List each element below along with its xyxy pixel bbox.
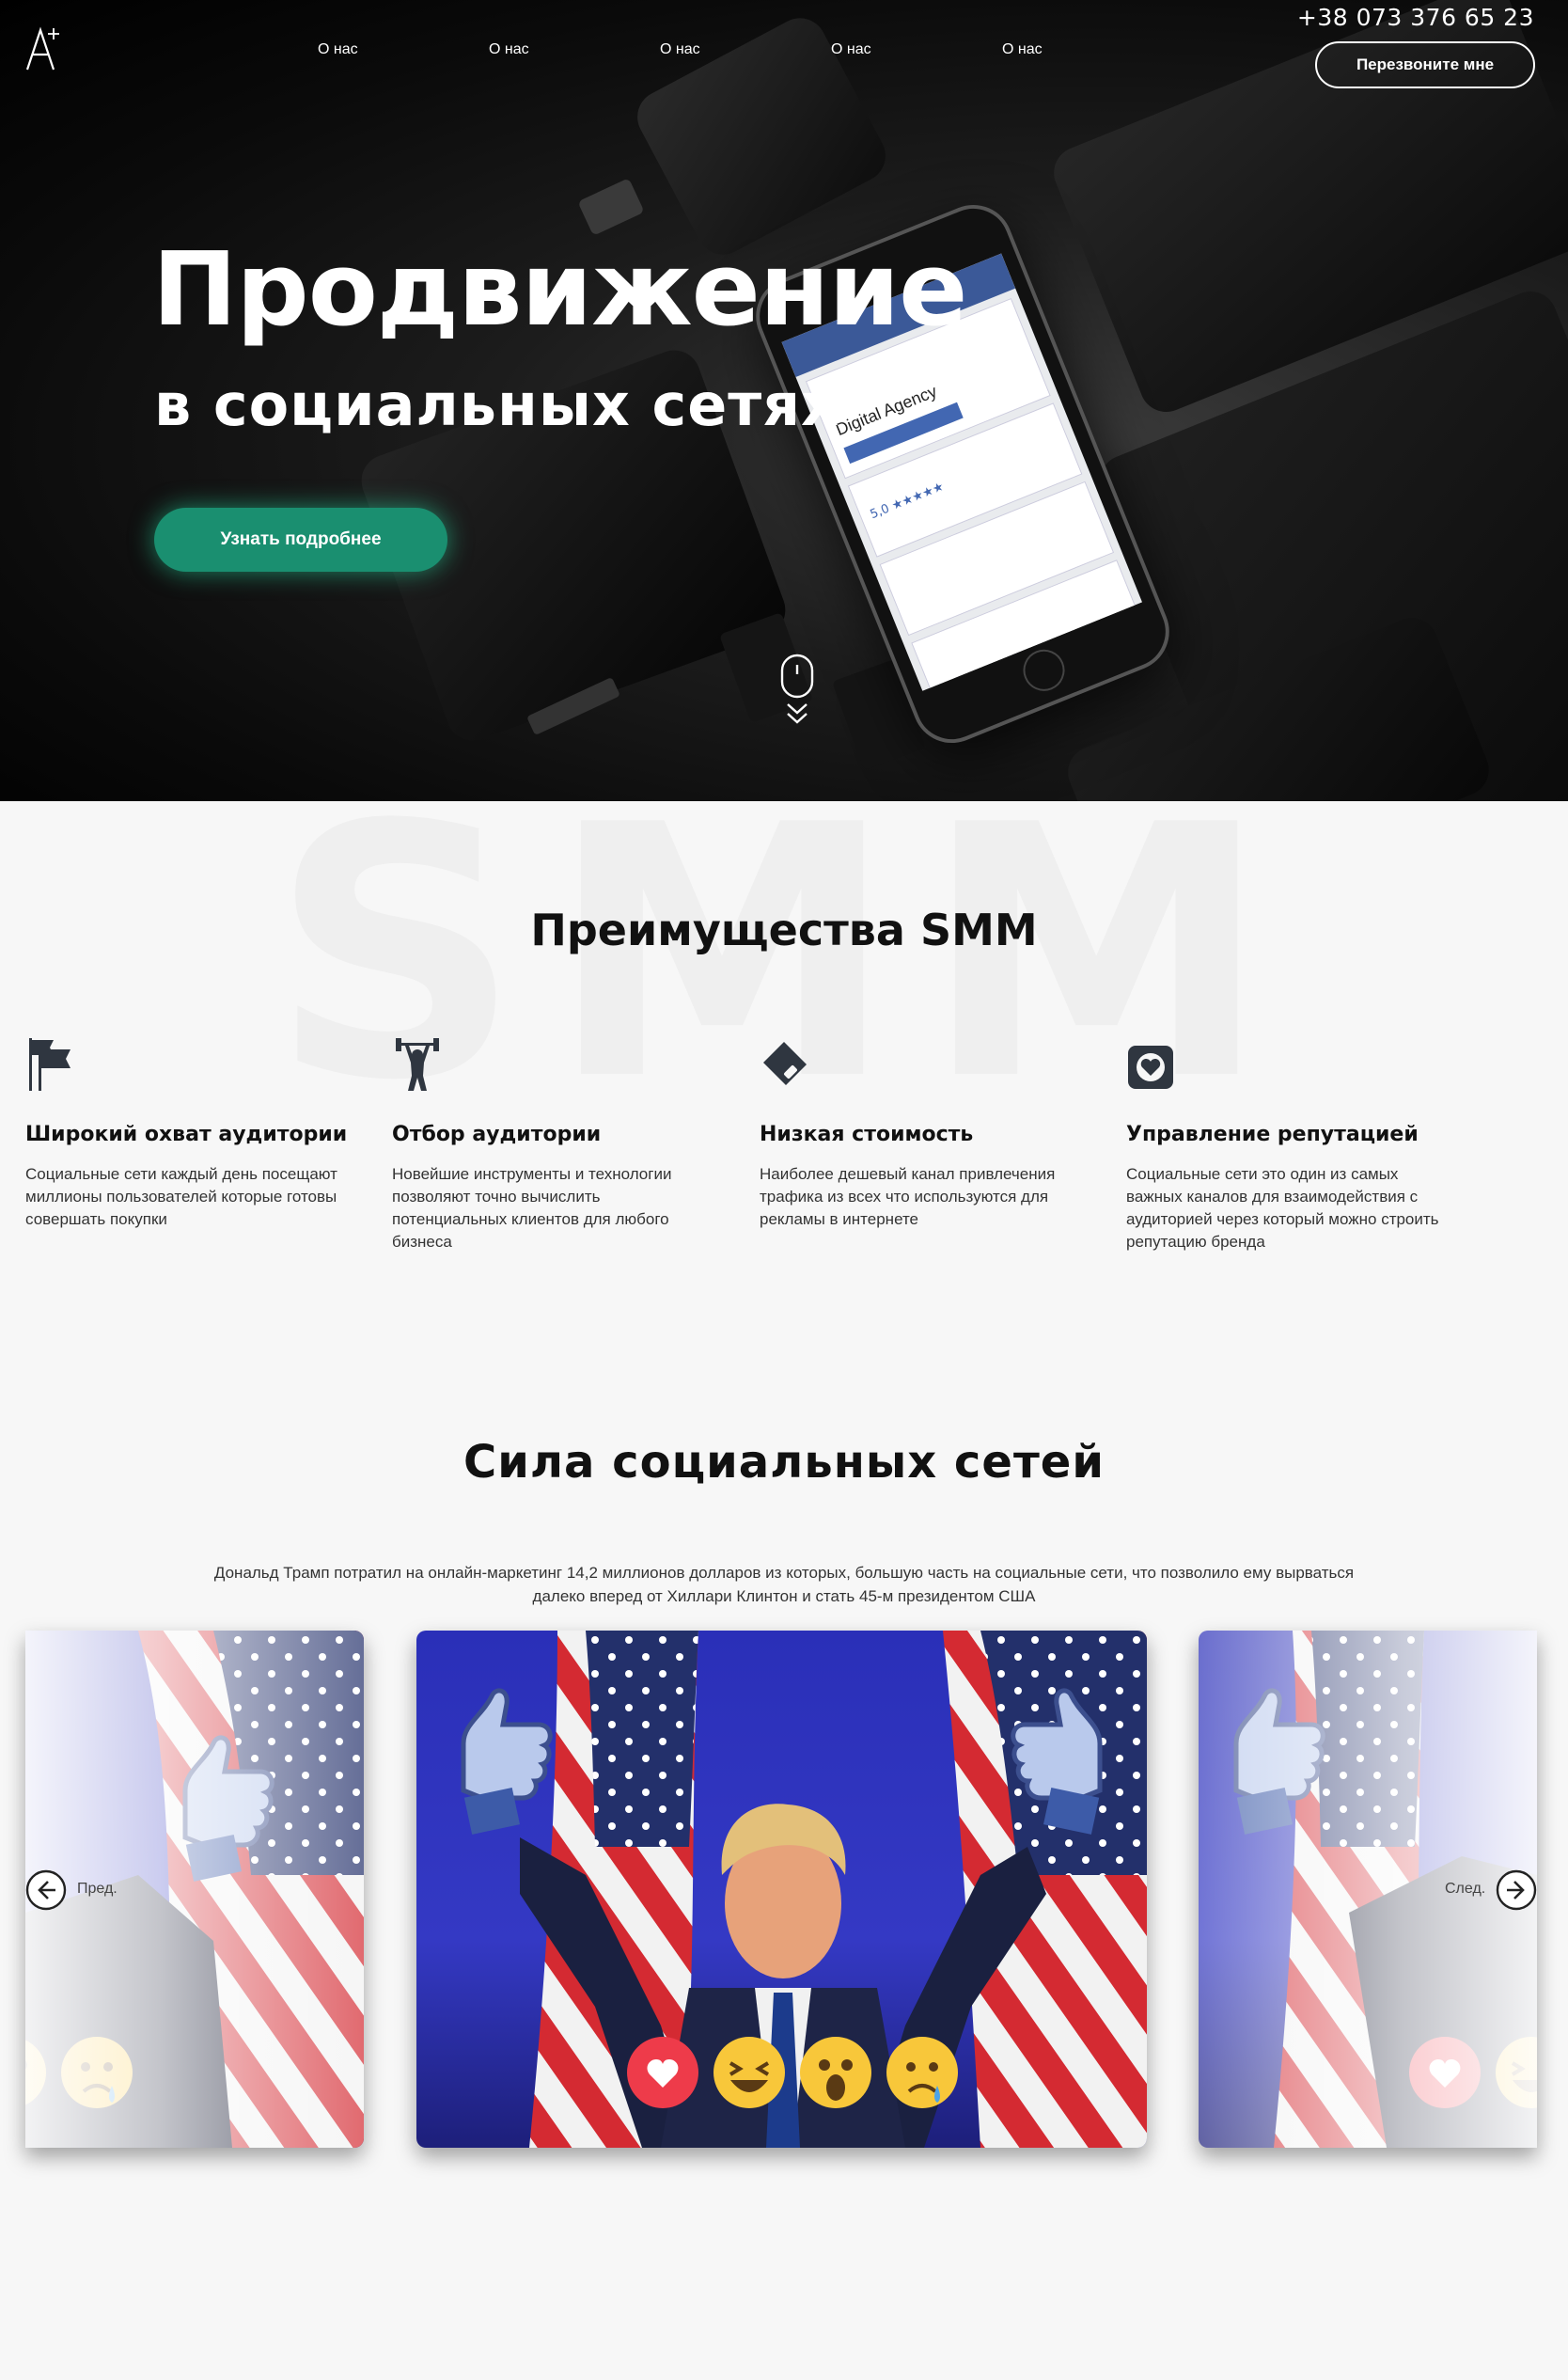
- prev-label[interactable]: Пред.: [77, 1881, 118, 1898]
- wallet-icon: [763, 1042, 807, 1085]
- advantage-title: Широкий охват аудитории: [25, 1123, 348, 1146]
- prev-arrow-icon[interactable]: [25, 1869, 67, 1911]
- flags-icon: [29, 1038, 71, 1091]
- learn-more-button[interactable]: Узнать подробнее: [154, 508, 447, 572]
- hero-section: Digital Agency 5,0 ★★★★★ О нас О нас О н…: [0, 0, 1568, 801]
- nav-item-about[interactable]: О нас: [660, 41, 700, 58]
- carousel-slide-next[interactable]: [1199, 1631, 1537, 2148]
- nav-item-about[interactable]: О нас: [831, 41, 871, 58]
- advantage-card: Широкий охват аудитории Социальные сети …: [25, 1034, 348, 1231]
- slide-fade-overlay: [25, 1631, 364, 2148]
- power-description: Дональд Трамп потратил на онлайн-маркети…: [213, 1564, 1355, 1605]
- weightlifter-icon: [396, 1038, 439, 1091]
- advantage-title: Отбор аудитории: [392, 1123, 602, 1146]
- advantage-text: Новейшие инструменты и технологии позвол…: [392, 1165, 672, 1251]
- power-title: Сила социальных сетей: [463, 1436, 1105, 1489]
- scroll-down-icon[interactable]: [780, 654, 814, 729]
- phone-home-button: [1016, 643, 1072, 698]
- bg-usb: [577, 178, 645, 236]
- next-label[interactable]: След.: [1445, 1881, 1485, 1898]
- heart-badge-icon: [1128, 1046, 1173, 1089]
- advantage-card: Управление репутацией Социальные сети эт…: [1126, 1034, 1446, 1253]
- callback-button[interactable]: Перезвоните мне: [1315, 41, 1535, 88]
- phone-number-link[interactable]: +38 073 376 65 23: [1297, 4, 1534, 31]
- logo-icon[interactable]: [24, 21, 62, 73]
- trump-slide-image: [416, 1631, 1147, 2148]
- advantage-text: Социальные сети это один из самых важных…: [1126, 1165, 1439, 1251]
- hero-subtitle: в социальных сетях: [154, 370, 840, 439]
- next-arrow-icon[interactable]: [1496, 1869, 1537, 1911]
- nav-item-about[interactable]: О нас: [489, 41, 529, 58]
- advantage-title: Управление репутацией: [1126, 1123, 1419, 1146]
- nav-item-about[interactable]: О нас: [1002, 41, 1043, 58]
- advantage-card: Низкая стоимость Наиболее дешевый канал …: [760, 1034, 1079, 1231]
- advantage-text: Наиболее дешевый канал привлечения трафи…: [760, 1165, 1056, 1228]
- advantages-title: Преимущества SMM: [530, 905, 1038, 955]
- slide-fade-overlay: [1199, 1631, 1537, 2148]
- advantage-card: Отбор аудитории Новейшие инструменты и т…: [392, 1034, 712, 1253]
- advantage-text: Социальные сети каждый день посещают мил…: [25, 1165, 337, 1228]
- phone-rating: 5,0 ★★★★★: [868, 480, 947, 523]
- carousel-slide-prev[interactable]: [25, 1631, 364, 2148]
- nav-item-about[interactable]: О нас: [318, 41, 358, 58]
- carousel-slide-active[interactable]: [416, 1631, 1147, 2148]
- hero-title: Продвижение: [152, 231, 967, 349]
- advantage-title: Низкая стоимость: [760, 1123, 974, 1146]
